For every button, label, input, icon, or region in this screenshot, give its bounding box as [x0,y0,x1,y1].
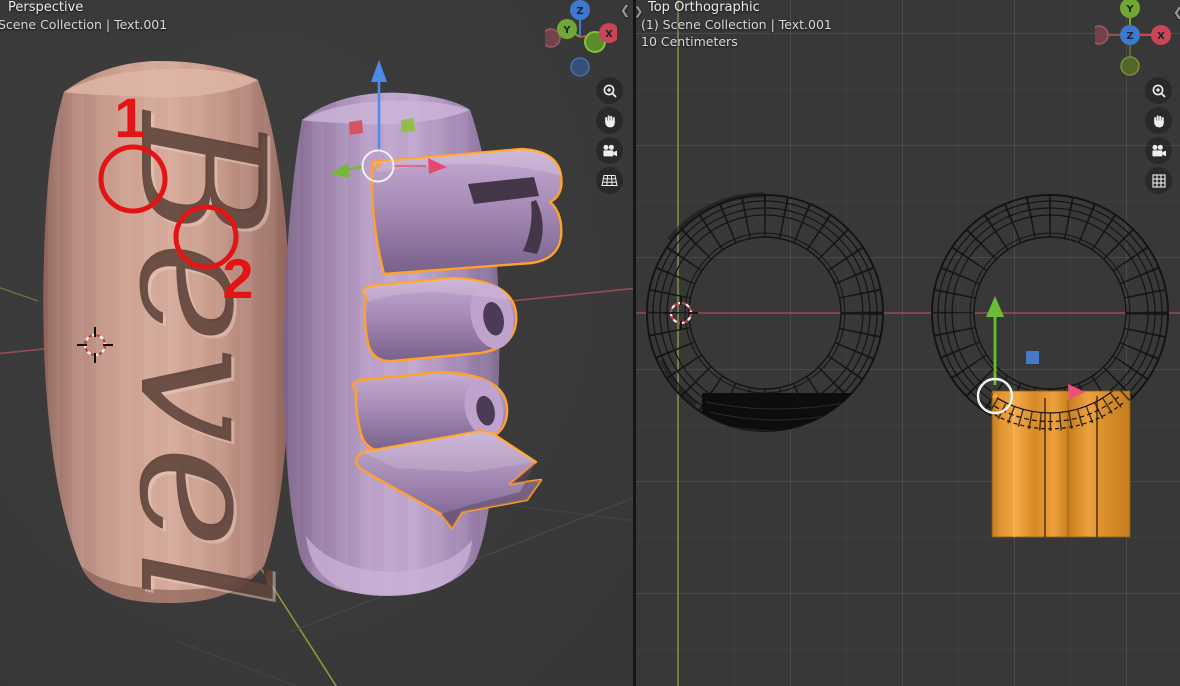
engraved-text-shadow: Bevel [101,109,302,609]
hand-icon [1153,114,1164,127]
gizmo-plane-handle-x[interactable] [349,120,363,135]
viewport-top-orthographic[interactable]: Top Orthographic (1) Scene Collection | … [634,0,1180,686]
zoom-button[interactable] [596,77,623,104]
grid-orthographic-icon [1151,173,1166,188]
pan-button[interactable] [596,107,623,134]
gizmo-plane-handle-y[interactable] [401,118,415,133]
viewport-tools-left [596,77,623,194]
letter-B[interactable] [370,147,563,276]
zoom-icon [603,84,617,98]
hand-icon [604,114,615,127]
toggle-orthographic-button[interactable] [1145,167,1172,194]
viewport-perspective[interactable]: Bevel Bevel 1 2 Perspective Scene Collec… [0,0,633,686]
orthographic-scene-canvas[interactable] [636,0,1180,686]
viewport-tools-right [1145,77,1172,194]
axis-label-y: Y [1125,4,1134,15]
grid-perspective-icon [601,175,618,186]
y-axis-line-far [0,287,39,302]
annotation-label-1: 1 [114,86,145,149]
camera-icon [1152,144,1166,156]
vase-object-pink[interactable]: Bevel Bevel [43,61,305,612]
axis-label-z: Z [576,6,583,17]
axis-label-z: Z [1126,31,1133,42]
pan-button[interactable] [1145,107,1172,134]
header-chevron-icon[interactable]: ❯ [634,5,643,18]
engraved-text-top-view [702,393,854,431]
camera-icon [603,144,617,156]
perspective-scene-canvas[interactable]: Bevel Bevel 1 2 [0,0,633,686]
rim-shading [659,358,698,407]
gizmo-y-arrowhead[interactable] [986,296,1004,317]
object-origin-dot [992,393,998,399]
axis-ball-neg-x[interactable] [1095,25,1109,45]
nav-axis-gizmo[interactable]: Y X Z [1095,0,1175,80]
object-origin-dot [375,163,381,169]
text-object-3d-selected[interactable] [351,147,563,530]
zoom-icon [1152,84,1166,98]
gizmo-z-arrowhead[interactable] [371,60,387,82]
engraved-text: Bevel Bevel [101,109,305,612]
letter-e[interactable] [361,276,520,363]
blender-3d-viewport-split: Bevel Bevel 1 2 Perspective Scene Collec… [0,0,1180,686]
axis-ball-neg-z[interactable] [570,57,590,77]
toggle-perspective-button[interactable] [596,167,623,194]
axis-label-x: X [1157,31,1165,42]
zoom-button[interactable] [1145,77,1172,104]
axis-ball-neg-y[interactable] [1120,56,1140,76]
sidebar-toggle-icon[interactable]: ❮ [620,3,630,17]
camera-view-button[interactable] [596,137,623,164]
axis-label-y: Y [562,25,571,36]
annotation-label-2: 2 [222,247,253,310]
gizmo-plane-handle-z[interactable] [1026,351,1039,364]
nav-axis-gizmo[interactable]: Z Y X [545,0,617,80]
axis-label-x: X [605,29,613,40]
camera-view-button[interactable] [1145,137,1172,164]
selected-text-object-top-view[interactable] [941,204,1159,538]
floor-grid-line [175,640,299,686]
